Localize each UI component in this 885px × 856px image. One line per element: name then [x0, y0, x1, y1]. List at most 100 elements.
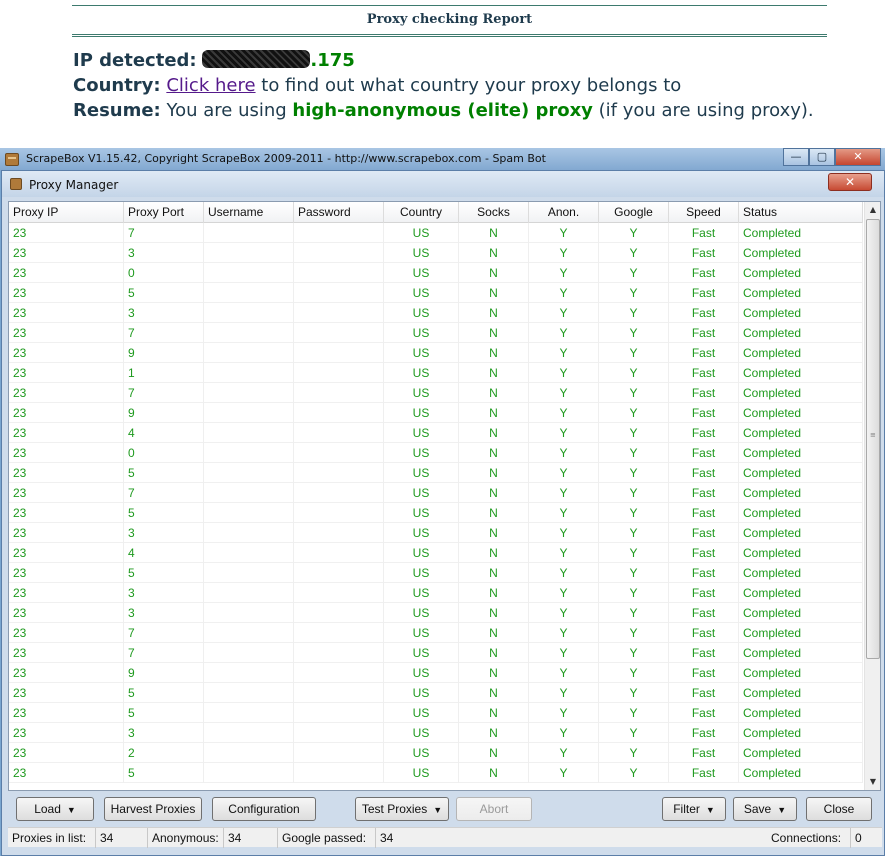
scroll-thumb[interactable]: ≡: [866, 219, 880, 659]
table-row[interactable]: 23 4 US N Y Y Fast Completed: [9, 423, 863, 443]
cell-country: US: [384, 523, 459, 543]
cell-speed: Fast: [669, 663, 739, 683]
scroll-down-arrow-icon[interactable]: ▼: [865, 774, 880, 790]
cell-proxy-port: 7: [124, 623, 204, 643]
table-row[interactable]: 23 7 US N Y Y Fast Completed: [9, 643, 863, 663]
cell-google: Y: [599, 223, 669, 243]
minimize-button[interactable]: —: [783, 148, 809, 166]
table-row[interactable]: 23 7 US N Y Y Fast Completed: [9, 223, 863, 243]
table-row[interactable]: 23 0 US N Y Y Fast Completed: [9, 443, 863, 463]
table-row[interactable]: 23 9 US N Y Y Fast Completed: [9, 343, 863, 363]
cell-password: [294, 663, 384, 683]
col-google[interactable]: Google: [599, 202, 669, 223]
table-row[interactable]: 23 7 US N Y Y Fast Completed: [9, 483, 863, 503]
table-row[interactable]: 23 5 US N Y Y Fast Completed: [9, 283, 863, 303]
table-row[interactable]: 23 4 US N Y Y Fast Completed: [9, 543, 863, 563]
col-country[interactable]: Country: [384, 202, 459, 223]
cell-proxy-ip: 23: [9, 683, 124, 703]
table-row[interactable]: 23 7 US N Y Y Fast Completed: [9, 623, 863, 643]
col-speed[interactable]: Speed: [669, 202, 739, 223]
cell-proxy-ip: 23: [9, 563, 124, 583]
table-row[interactable]: 23 3 US N Y Y Fast Completed: [9, 603, 863, 623]
table-row[interactable]: 23 3 US N Y Y Fast Completed: [9, 523, 863, 543]
cell-username: [204, 523, 294, 543]
proxy-manager-close-button[interactable]: ✕: [828, 173, 872, 191]
cell-socks: N: [459, 263, 529, 283]
cell-anon: Y: [529, 403, 599, 423]
cell-speed: Fast: [669, 563, 739, 583]
ip-label: IP detected:: [73, 50, 197, 71]
abort-button[interactable]: Abort: [456, 797, 532, 821]
cell-speed: Fast: [669, 523, 739, 543]
cell-country: US: [384, 263, 459, 283]
proxy-grid[interactable]: Proxy IP Proxy Port Username Password Co…: [8, 201, 881, 791]
cell-username: [204, 223, 294, 243]
col-proxy-port[interactable]: Proxy Port: [124, 202, 204, 223]
cell-anon: Y: [529, 743, 599, 763]
table-row[interactable]: 23 3 US N Y Y Fast Completed: [9, 243, 863, 263]
col-password[interactable]: Password: [294, 202, 384, 223]
country-link[interactable]: Click here: [166, 75, 255, 96]
table-row[interactable]: 23 5 US N Y Y Fast Completed: [9, 703, 863, 723]
cell-socks: N: [459, 443, 529, 463]
cell-password: [294, 723, 384, 743]
table-row[interactable]: 23 1 US N Y Y Fast Completed: [9, 363, 863, 383]
cell-google: Y: [599, 383, 669, 403]
table-row[interactable]: 23 5 US N Y Y Fast Completed: [9, 683, 863, 703]
cell-username: [204, 463, 294, 483]
close-button[interactable]: Close: [806, 797, 872, 821]
col-anon[interactable]: Anon.: [529, 202, 599, 223]
ip-line: IP detected: .175: [73, 48, 814, 73]
configuration-button[interactable]: Configuration: [212, 797, 316, 821]
table-row[interactable]: 23 3 US N Y Y Fast Completed: [9, 723, 863, 743]
col-username[interactable]: Username: [204, 202, 294, 223]
load-button[interactable]: Load ▼: [16, 797, 94, 821]
harvest-proxies-button[interactable]: Harvest Proxies: [104, 797, 202, 821]
table-row[interactable]: 23 3 US N Y Y Fast Completed: [9, 303, 863, 323]
save-button[interactable]: Save ▼: [733, 797, 797, 821]
table-row[interactable]: 23 9 US N Y Y Fast Completed: [9, 403, 863, 423]
cell-country: US: [384, 243, 459, 263]
cell-speed: Fast: [669, 383, 739, 403]
filter-button[interactable]: Filter ▼: [662, 797, 726, 821]
cell-username: [204, 663, 294, 683]
cell-socks: N: [459, 763, 529, 783]
test-proxies-button[interactable]: Test Proxies ▼: [355, 797, 449, 821]
table-row[interactable]: 23 7 US N Y Y Fast Completed: [9, 383, 863, 403]
table-row[interactable]: 23 5 US N Y Y Fast Completed: [9, 563, 863, 583]
cell-anon: Y: [529, 323, 599, 343]
table-row[interactable]: 23 0 US N Y Y Fast Completed: [9, 263, 863, 283]
app-titlebar[interactable]: ScrapeBox V1.15.42, Copyright ScrapeBox …: [0, 148, 885, 172]
scroll-up-arrow-icon[interactable]: ▲: [865, 202, 880, 218]
table-row[interactable]: 23 5 US N Y Y Fast Completed: [9, 503, 863, 523]
proxy-manager-titlebar[interactable]: Proxy Manager ✕: [2, 171, 884, 197]
cell-password: [294, 563, 384, 583]
cell-socks: N: [459, 743, 529, 763]
cell-status: Completed: [739, 683, 863, 703]
cell-anon: Y: [529, 383, 599, 403]
table-row[interactable]: 23 5 US N Y Y Fast Completed: [9, 763, 863, 783]
table-row[interactable]: 23 9 US N Y Y Fast Completed: [9, 663, 863, 683]
grid-vertical-scrollbar[interactable]: ▲ ≡ ▼: [864, 202, 880, 790]
cell-status: Completed: [739, 723, 863, 743]
col-status[interactable]: Status: [739, 202, 863, 223]
filter-dropdown-caret-icon: ▼: [705, 805, 715, 815]
table-row[interactable]: 23 7 US N Y Y Fast Completed: [9, 323, 863, 343]
cell-speed: Fast: [669, 703, 739, 723]
col-socks[interactable]: Socks: [459, 202, 529, 223]
cell-password: [294, 603, 384, 623]
cell-anon: Y: [529, 663, 599, 683]
cell-proxy-port: 1: [124, 363, 204, 383]
table-row[interactable]: 23 5 US N Y Y Fast Completed: [9, 463, 863, 483]
maximize-button[interactable]: ▢: [809, 148, 835, 166]
cell-password: [294, 703, 384, 723]
anonymous-label: Anonymous:: [148, 828, 224, 848]
google-passed-value: 34: [380, 831, 394, 845]
cell-socks: N: [459, 623, 529, 643]
cell-proxy-port: 5: [124, 563, 204, 583]
table-row[interactable]: 23 3 US N Y Y Fast Completed: [9, 583, 863, 603]
app-close-button[interactable]: ✕: [835, 148, 881, 166]
cell-proxy-port: 5: [124, 503, 204, 523]
table-row[interactable]: 23 2 US N Y Y Fast Completed: [9, 743, 863, 763]
col-proxy-ip[interactable]: Proxy IP: [9, 202, 124, 223]
